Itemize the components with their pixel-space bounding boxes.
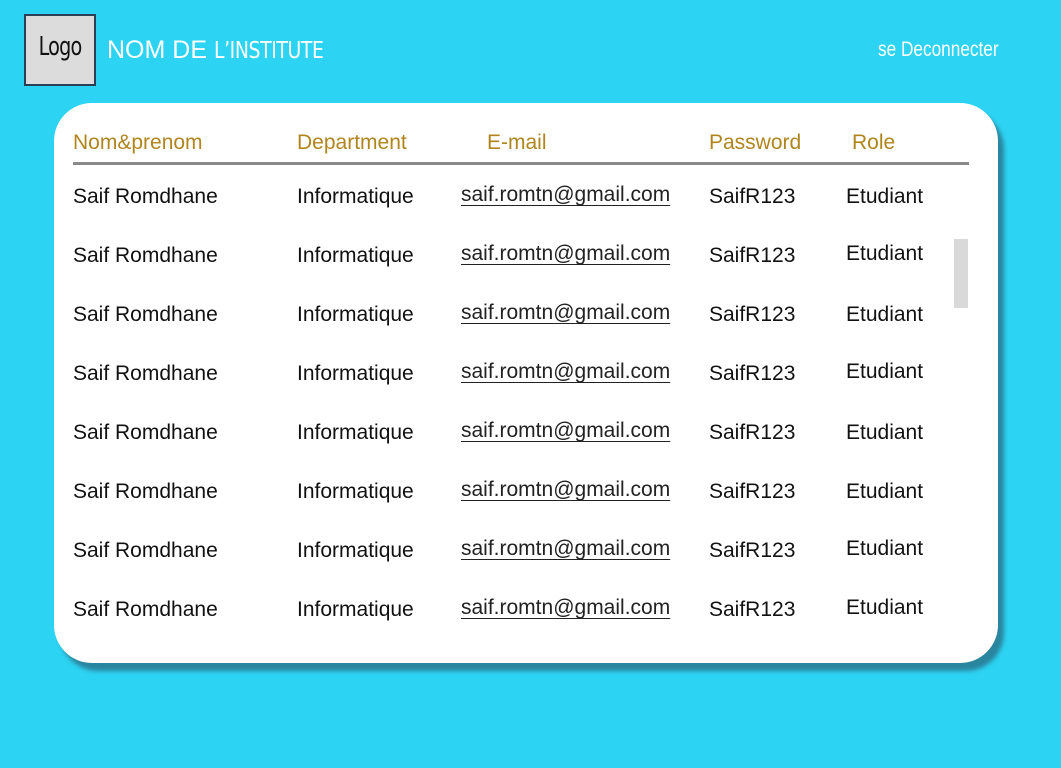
table-row[interactable]: Saif Romdhane Informatique saif.romtn@gmai… (54, 240, 998, 299)
cell-password: SaifR123 (709, 480, 796, 503)
column-header-password[interactable]: Password (709, 131, 801, 155)
cell-department: Informatique (297, 362, 414, 385)
cell-role: Etudiant (846, 421, 924, 444)
table-header: Nom&prenom Department E-mail Password Ro… (54, 103, 998, 163)
table-row[interactable]: Saif Romdhane Informatique saif.romtn@gmai… (54, 476, 998, 535)
cell-role: Etudiant (846, 537, 924, 560)
cell-role: Etudiant (846, 185, 924, 208)
cell-department: Informatique (297, 185, 414, 208)
table-row[interactable]: Saif Romdhane Informatique saif.romtn@gmai… (54, 417, 998, 476)
cell-password: SaifR123 (709, 539, 796, 562)
institute-title: NOM DE L’INSTITUTE (107, 36, 347, 65)
cell-email[interactable]: saif.romtn@gmail.com (461, 301, 670, 325)
cell-role: Etudiant (846, 303, 924, 326)
cell-name: Saif Romdhane (73, 598, 218, 621)
cell-email[interactable]: saif.romtn@gmail.com (461, 360, 670, 384)
cell-role: Etudiant (846, 242, 924, 265)
cell-name: Saif Romdhane (73, 185, 218, 208)
column-header-email[interactable]: E-mail (487, 131, 547, 155)
cell-password: SaifR123 (709, 244, 796, 267)
cell-password: SaifR123 (709, 185, 796, 208)
cell-name: Saif Romdhane (73, 303, 218, 326)
table-row[interactable]: Saif Romdhane Informatique saif.romtn@gmai… (54, 535, 998, 594)
cell-department: Informatique (297, 539, 414, 562)
cell-department: Informatique (297, 421, 414, 444)
table-row[interactable]: Saif Romdhane Informatique saif.romtn@gmai… (54, 358, 998, 417)
table-row[interactable]: Saif Romdhane Informatique saif.romtn@gmai… (54, 299, 998, 358)
logo-label: Logo (38, 32, 82, 62)
cell-name: Saif Romdhane (73, 244, 218, 267)
header-divider (73, 162, 969, 165)
logo: Logo (24, 14, 96, 86)
cell-role: Etudiant (846, 596, 924, 619)
cell-role: Etudiant (846, 360, 924, 383)
cell-department: Informatique (297, 480, 414, 503)
cell-password: SaifR123 (709, 421, 796, 444)
cell-name: Saif Romdhane (73, 480, 218, 503)
institute-title-rest: L’INSTITUTE (213, 38, 324, 64)
cell-password: SaifR123 (709, 303, 796, 326)
table-row[interactable]: Saif Romdhane Informatique saif.romtn@gmai… (54, 594, 998, 653)
cell-email[interactable]: saif.romtn@gmail.com (461, 478, 670, 502)
column-header-role[interactable]: Role (852, 131, 895, 155)
column-header-department[interactable]: Department (297, 131, 407, 155)
cell-name: Saif Romdhane (73, 421, 218, 444)
cell-role: Etudiant (846, 480, 924, 503)
cell-name: Saif Romdhane (73, 539, 218, 562)
cell-email[interactable]: saif.romtn@gmail.com (461, 419, 670, 443)
cell-email[interactable]: saif.romtn@gmail.com (461, 242, 670, 266)
cell-password: SaifR123 (709, 362, 796, 385)
logout-link[interactable]: se Deconnecter (878, 38, 999, 62)
institute-title-main: NOM DE (107, 36, 207, 64)
cell-department: Informatique (297, 303, 414, 326)
users-table-panel: Nom&prenom Department E-mail Password Ro… (54, 103, 998, 663)
scrollbar-thumb[interactable] (954, 239, 968, 308)
cell-department: Informatique (297, 598, 414, 621)
cell-name: Saif Romdhane (73, 362, 218, 385)
cell-email[interactable]: saif.romtn@gmail.com (461, 537, 670, 561)
cell-department: Informatique (297, 244, 414, 267)
cell-email[interactable]: saif.romtn@gmail.com (461, 596, 670, 620)
column-header-name[interactable]: Nom&prenom (73, 131, 203, 155)
table-row[interactable]: Saif Romdhane Informatique saif.romtn@gmai… (54, 181, 998, 240)
cell-password: SaifR123 (709, 598, 796, 621)
cell-email[interactable]: saif.romtn@gmail.com (461, 183, 670, 207)
